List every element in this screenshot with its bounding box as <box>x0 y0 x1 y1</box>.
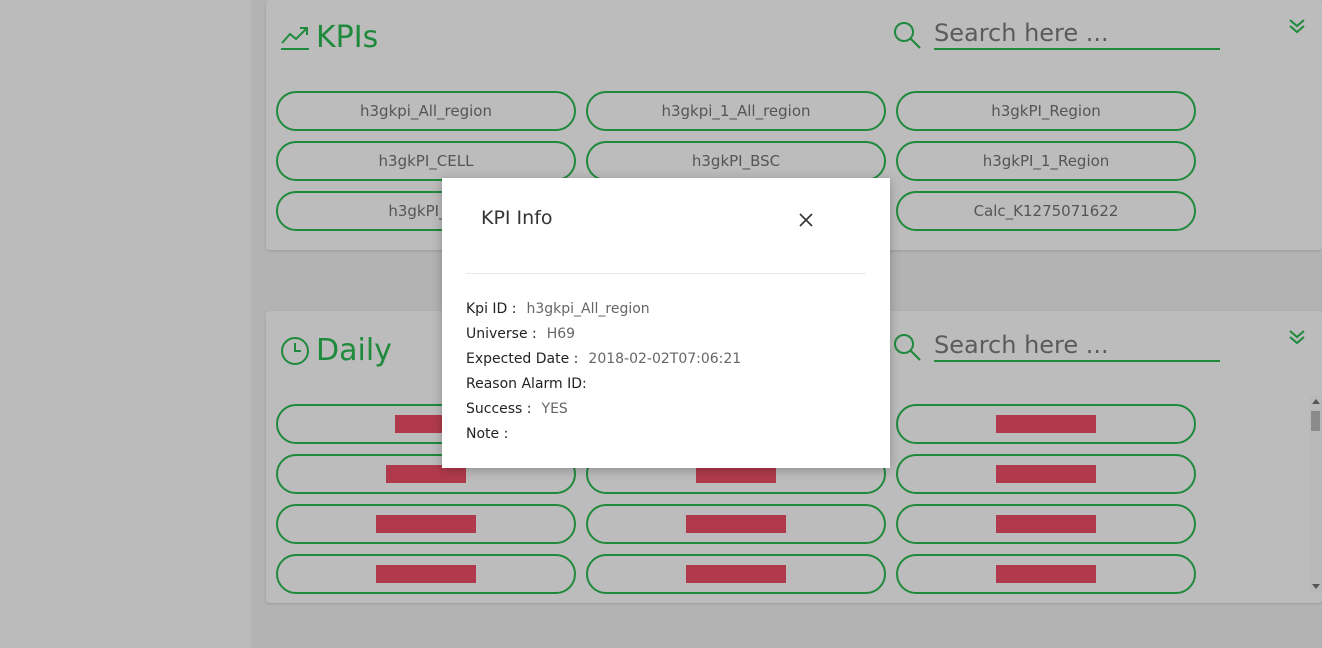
daily-panel-header: Daily <box>280 333 392 368</box>
daily-chip-label: 1526726664 <box>996 415 1096 433</box>
daily-scrollbar[interactable] <box>1309 396 1322 592</box>
kpi-chip[interactable]: h3gkPI_1_Region <box>896 141 1196 181</box>
kpis-search-input[interactable] <box>934 18 1220 50</box>
detail-row-universe: Universe : H69 <box>466 321 741 346</box>
kpi-chip[interactable]: h3gkPI_BSC <box>586 141 886 181</box>
daily-chip-label: 1275071826 <box>686 565 786 583</box>
daily-chip-label: 1275073218 <box>686 515 786 533</box>
search-icon[interactable] <box>892 332 922 362</box>
detail-label: Universe : <box>466 325 537 342</box>
detail-row-success: Success : YES <box>466 396 741 421</box>
modal-title: KPI Info <box>481 207 553 229</box>
search-icon[interactable] <box>892 20 922 50</box>
daily-chip-label: 1275071635 <box>996 565 1096 583</box>
daily-chip[interactable]: 1526726657 <box>276 504 576 544</box>
detail-row-reason-alarm-id: Reason Alarm ID: <box>466 371 741 396</box>
daily-chip-label: 1290793512 <box>376 565 476 583</box>
kpi-chip[interactable]: h3gkpi_All_region <box>276 91 576 131</box>
kpi-chip[interactable]: h3gkPI_Region <box>896 91 1196 131</box>
detail-value: h3gkpi_All_region <box>526 300 650 317</box>
detail-label: Expected Date : <box>466 350 579 367</box>
sidebar <box>0 0 251 648</box>
daily-chip[interactable]: 1275071638 <box>896 504 1196 544</box>
kpi-chip[interactable]: h3gkPI_CELL <box>276 141 576 181</box>
daily-chip-label: 1526726657 <box>376 515 476 533</box>
daily-panel-title: Daily <box>316 333 392 368</box>
scroll-up-arrow-icon[interactable] <box>1312 399 1320 404</box>
daily-search-input[interactable] <box>934 330 1220 362</box>
kpis-panel-header: KPIs <box>280 20 378 55</box>
close-icon[interactable] <box>797 211 815 229</box>
detail-row-expected-date: Expected Date : 2018-02-02T07:06:21 <box>466 346 741 371</box>
daily-chip[interactable]: 1275073218 <box>586 504 886 544</box>
daily-chip[interactable]: 1290793512 <box>276 554 576 594</box>
kpis-panel-title: KPIs <box>316 20 379 55</box>
detail-label: Reason Alarm ID: <box>466 375 587 392</box>
daily-chip[interactable]: 1526726664 <box>896 404 1196 444</box>
detail-row-kpi-id: Kpi ID : h3gkpi_All_region <box>466 296 741 321</box>
kpi-chip[interactable]: Calc_K1275071622 <box>896 191 1196 231</box>
double-chevron-down-icon[interactable] <box>1288 17 1306 35</box>
scroll-down-arrow-icon[interactable] <box>1312 584 1320 589</box>
modal-details: Kpi ID : h3gkpi_All_region Universe : H6… <box>466 296 741 446</box>
detail-value: YES <box>541 400 568 417</box>
detail-label: Kpi ID : <box>466 300 517 317</box>
daily-chip-label: 1526726659 <box>996 465 1096 483</box>
daily-chip[interactable]: 1275071826 <box>586 554 886 594</box>
daily-chip-label: 1275071638 <box>996 515 1096 533</box>
detail-row-note: Note : <box>466 421 741 446</box>
kpi-chip[interactable]: h3gkpi_1_All_region <box>586 91 886 131</box>
daily-chip[interactable]: 1275071635 <box>896 554 1196 594</box>
detail-value: 2018-02-02T07:06:21 <box>588 350 742 367</box>
detail-label: Note : <box>466 425 509 442</box>
clock-icon <box>281 336 309 365</box>
scroll-thumb[interactable] <box>1311 411 1320 431</box>
detail-value: H69 <box>546 325 576 342</box>
double-chevron-down-icon[interactable] <box>1288 328 1306 346</box>
daily-search <box>892 330 1220 362</box>
kpi-info-modal: KPI Info Kpi ID : h3gkpi_All_region Univ… <box>442 178 890 468</box>
kpis-search <box>892 18 1220 50</box>
detail-label: Success : <box>466 400 532 417</box>
daily-chip[interactable]: 1526726659 <box>896 454 1196 494</box>
modal-divider <box>466 273 866 274</box>
trend-chart-icon <box>281 26 309 50</box>
